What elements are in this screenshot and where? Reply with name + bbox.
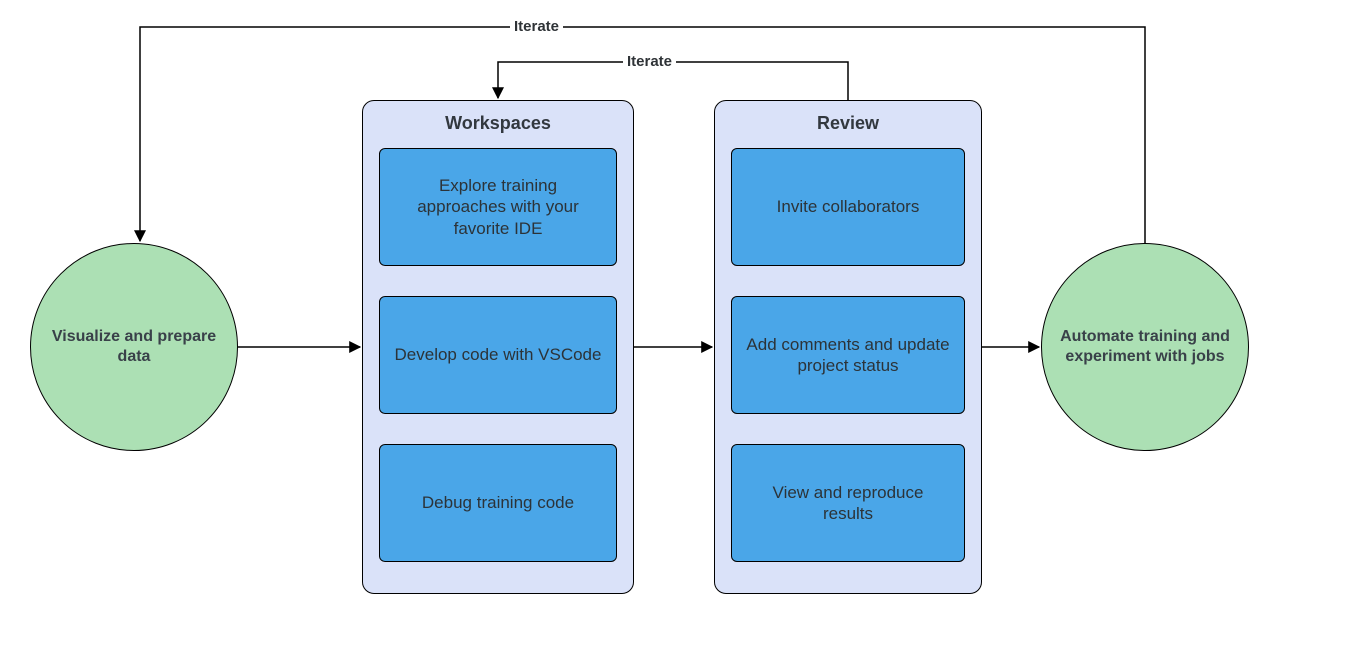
node-visualize-data: Visualize and prepare data bbox=[30, 243, 238, 451]
node-automate-jobs: Automate training and experiment with jo… bbox=[1041, 243, 1249, 451]
card-invite-collaborators: Invite collaborators bbox=[731, 148, 965, 266]
panel-review-title: Review bbox=[731, 113, 965, 134]
edge-label-iterate-top: Iterate bbox=[510, 18, 563, 35]
panel-workspaces-title: Workspaces bbox=[379, 113, 617, 134]
node-visualize-data-label: Visualize and prepare data bbox=[31, 317, 237, 377]
diagram-stage: Iterate Iterate Visualize and prepare da… bbox=[0, 0, 1347, 669]
panel-workspaces: Workspaces Explore training approaches w… bbox=[362, 100, 634, 594]
node-automate-jobs-label: Automate training and experiment with jo… bbox=[1042, 317, 1248, 377]
card-develop-vscode: Develop code with VSCode bbox=[379, 296, 617, 414]
card-add-comments: Add comments and update project status bbox=[731, 296, 965, 414]
card-explore-ide: Explore training approaches with your fa… bbox=[379, 148, 617, 266]
panel-review-stack: Invite collaborators Add comments and up… bbox=[731, 148, 965, 562]
card-debug-training: Debug training code bbox=[379, 444, 617, 562]
card-view-results: View and reproduce results bbox=[731, 444, 965, 562]
panel-workspaces-stack: Explore training approaches with your fa… bbox=[379, 148, 617, 562]
panel-review: Review Invite collaborators Add comments… bbox=[714, 100, 982, 594]
edge-label-iterate-mid: Iterate bbox=[623, 53, 676, 70]
